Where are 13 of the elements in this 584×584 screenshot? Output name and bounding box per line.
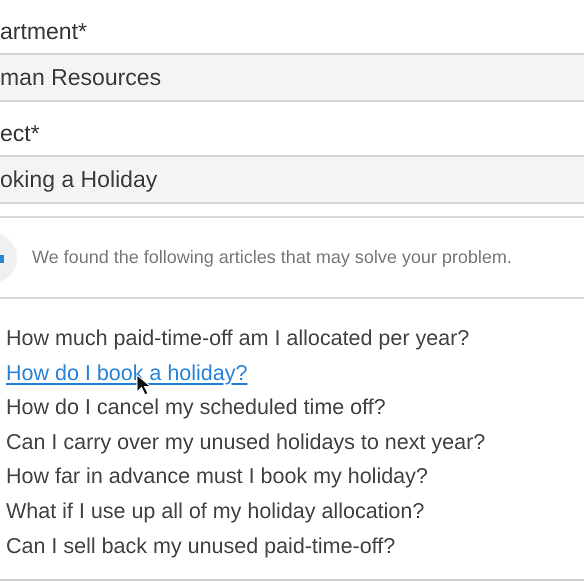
article-link[interactable]: How do I book a holiday? — [6, 360, 248, 385]
input-field[interactable]: man Resources — [0, 53, 584, 102]
notice-icon — [0, 232, 18, 284]
article-link[interactable]: How far in advance must I book my holiday? — [6, 464, 428, 488]
article-link[interactable]: Can I sell back my unused paid-time-off? — [6, 534, 396, 558]
notice-text: We found the following articles that may solve your problem. — [32, 246, 512, 269]
input-field[interactable]: oking a Holiday — [0, 155, 584, 204]
article-link[interactable]: How do I cancel my scheduled time off? — [6, 395, 386, 420]
article-link[interactable]: What if I use up all of my holiday allocation? — [6, 498, 424, 523]
field-label: ect* — [0, 122, 41, 146]
article-link[interactable]: Can I carry over my unused holidays to next year? — [6, 430, 486, 454]
article-link[interactable]: How much paid-time-off am I allocated per year? — [6, 326, 470, 350]
field-label: artment* — [0, 20, 88, 44]
